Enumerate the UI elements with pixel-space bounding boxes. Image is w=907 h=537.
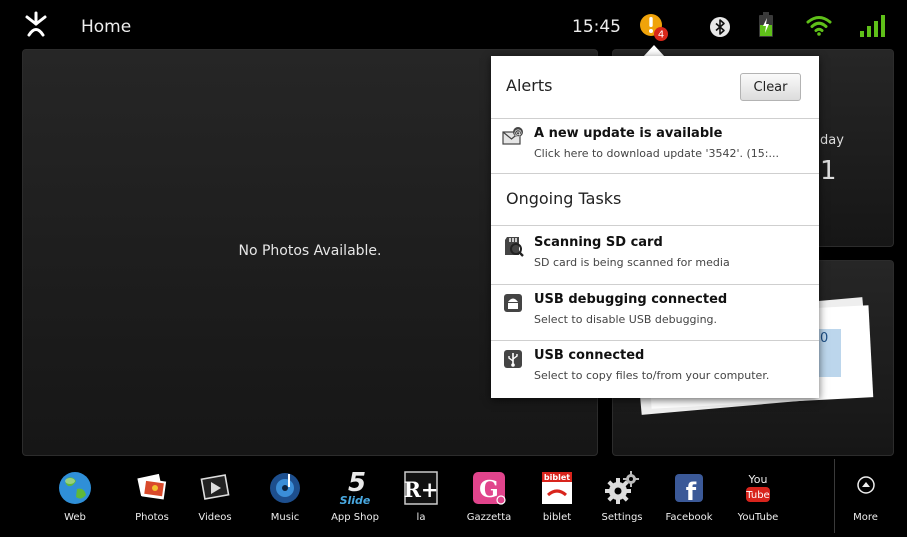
svg-text:G: G — [479, 476, 499, 503]
battery-charging-icon[interactable] — [758, 12, 774, 38]
notification-title: USB connected — [534, 348, 645, 363]
clock: 15:45 — [572, 17, 621, 37]
app-web[interactable]: Web — [42, 459, 108, 533]
app-biblet[interactable]: biblet biblet — [524, 459, 590, 533]
notification-subtitle: Click here to download update '3542'. (1… — [534, 147, 779, 160]
notification-item-sd-card[interactable]: Scanning SD card SD card is being scanne… — [491, 230, 819, 285]
app-label: Facebook — [665, 512, 713, 523]
app-label: Settings — [601, 512, 643, 523]
notification-title: A new update is available — [534, 126, 723, 141]
divider — [491, 118, 819, 119]
music-icon — [270, 473, 300, 503]
status-bar: Home 15:45 4 — [0, 0, 907, 52]
divider — [491, 225, 819, 226]
svg-text:@: @ — [514, 128, 522, 137]
app-label: Web — [64, 512, 86, 523]
divider — [491, 284, 819, 285]
app-settings[interactable]: Settings — [589, 459, 655, 533]
svg-text:R+: R+ — [403, 477, 438, 502]
slide-app-shop-icon: 5 Slide — [340, 469, 371, 507]
mail-count-text: 0 — [820, 331, 829, 346]
notification-subtitle: Select to copy files to/from your comput… — [534, 369, 770, 382]
app-app-shop[interactable]: 5 Slide App Shop — [322, 459, 388, 533]
bluetooth-icon[interactable] — [709, 16, 731, 38]
signal-strength-icon[interactable] — [858, 14, 886, 38]
notification-panel: Alerts Clear @ A new update is available… — [491, 56, 819, 398]
page-title: Home — [81, 17, 132, 37]
app-facebook[interactable]: f Facebook — [656, 459, 722, 533]
notification-title: USB debugging connected — [534, 292, 728, 307]
app-label: biblet — [542, 512, 572, 523]
app-label: la — [416, 512, 426, 523]
app-la[interactable]: R+ la — [388, 459, 454, 533]
r-plus-icon: R+ — [403, 471, 439, 505]
notification-subtitle: SD card is being scanned for media — [534, 256, 730, 269]
notification-item-usb-connected[interactable]: USB connected Select to copy files to/fr… — [491, 343, 819, 398]
videos-icon — [200, 474, 230, 500]
ongoing-header: Ongoing Tasks — [491, 174, 819, 226]
divider — [491, 340, 819, 341]
dock-separator — [834, 459, 835, 533]
photos-icon — [137, 473, 167, 500]
clear-button[interactable]: Clear — [740, 73, 801, 101]
notification-item-usb-debugging[interactable]: USB debugging connected Select to disabl… — [491, 287, 819, 342]
app-photos[interactable]: Photos — [119, 459, 185, 533]
gazzetta-icon: G — [473, 472, 506, 505]
usb-icon — [504, 350, 522, 368]
settings-gear-icon — [605, 471, 639, 504]
app-youtube[interactable]: You Tube YouTube — [725, 459, 791, 533]
email-update-icon: @ — [502, 127, 523, 145]
alerts-title: Alerts — [506, 76, 553, 95]
alert-count-badge: 4 — [658, 30, 664, 41]
svg-text:Tube: Tube — [745, 490, 769, 501]
facebook-icon: f — [675, 474, 703, 506]
app-label: Gazzetta — [466, 512, 512, 523]
app-dock: Web Photos Videos Music 5 Slide App Shop… — [22, 459, 894, 533]
svg-text:f: f — [686, 478, 697, 506]
biblet-icon: biblet — [542, 472, 572, 504]
app-label: Videos — [198, 512, 232, 523]
more-button[interactable]: More — [837, 459, 894, 533]
notification-item-update[interactable]: @ A new update is available Click here t… — [491, 121, 819, 176]
wifi-icon[interactable] — [806, 14, 832, 36]
youtube-icon: You Tube — [745, 473, 770, 502]
app-label: App Shop — [331, 512, 379, 523]
calendar-date-text: 1 — [820, 156, 837, 186]
app-label: YouTube — [737, 512, 779, 523]
notification-title: Scanning SD card — [534, 235, 663, 250]
sd-card-icon — [505, 237, 524, 257]
more-label: More — [853, 512, 878, 523]
app-gazzetta[interactable]: G Gazzetta — [456, 459, 522, 533]
home-logo-icon[interactable] — [23, 10, 49, 38]
usb-debug-icon — [504, 294, 522, 312]
alerts-header: Alerts Clear — [491, 56, 819, 118]
app-videos[interactable]: Videos — [182, 459, 248, 533]
app-label: Photos — [135, 512, 169, 523]
app-label: Music — [270, 512, 300, 523]
calendar-day-text: day — [820, 133, 844, 148]
globe-icon — [59, 472, 91, 504]
alert-notification-icon[interactable]: 4 — [637, 12, 671, 42]
more-arrow-icon — [857, 476, 875, 494]
app-music[interactable]: Music — [252, 459, 318, 533]
svg-text:Slide: Slide — [340, 494, 371, 507]
notification-subtitle: Select to disable USB debugging. — [534, 313, 718, 326]
ongoing-title: Ongoing Tasks — [506, 189, 622, 208]
svg-text:You: You — [748, 473, 768, 486]
svg-text:biblet: biblet — [544, 473, 570, 482]
